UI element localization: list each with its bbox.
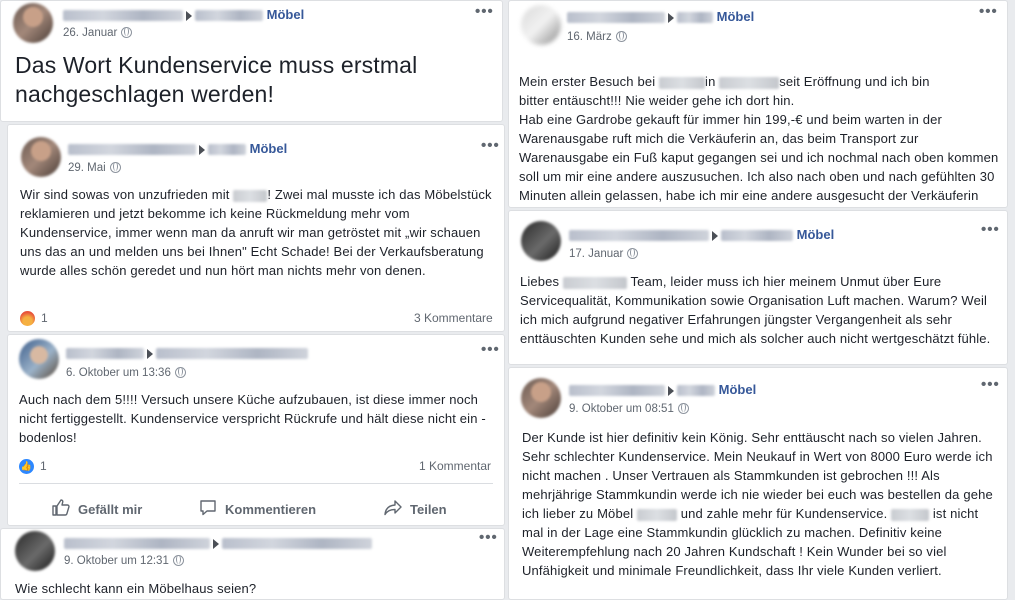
page-prefix-redacted xyxy=(721,230,793,242)
author-name-redacted xyxy=(63,10,183,22)
redacted-text xyxy=(233,189,268,202)
more-options-button[interactable]: ••• xyxy=(979,3,998,20)
post-timestamp[interactable]: 6. Oktober um 13:36 xyxy=(66,367,186,379)
post-author-line[interactable]: Möbel xyxy=(567,9,754,24)
avatar[interactable] xyxy=(15,531,55,571)
page-name[interactable]: Möbel xyxy=(797,227,835,242)
page-prefix-redacted xyxy=(208,144,246,156)
post-card: 9. Oktober um 12:31 ••• Wie schlecht kan… xyxy=(0,528,505,600)
author-name-redacted xyxy=(64,538,210,550)
post-text: Wir sind sowas von unzufrieden mit ! Zwe… xyxy=(20,187,492,278)
share-icon xyxy=(384,500,402,516)
angry-reaction-icon xyxy=(20,311,35,327)
author-name-redacted xyxy=(66,348,144,360)
comment-count[interactable]: 1 Kommentar xyxy=(419,459,491,473)
post-card: Möbel 17. Januar ••• Liebes Team, leider… xyxy=(508,210,1008,365)
like-reaction-icon: 👍 xyxy=(19,459,34,475)
post-timestamp[interactable]: 26. Januar xyxy=(63,27,133,39)
globe-icon xyxy=(627,248,639,259)
thumbs-up-icon xyxy=(52,499,70,516)
page-prefix-redacted xyxy=(677,385,715,397)
post-text: Liebes Team, leider muss ich hier meinem… xyxy=(520,274,991,346)
comment-count[interactable]: 3 Kommentare xyxy=(414,311,493,325)
post-author-line[interactable]: Möbel xyxy=(569,227,834,242)
globe-icon xyxy=(677,403,689,414)
post-card: Möbel 9. Oktober um 08:51 ••• Der Kunde … xyxy=(508,367,1008,600)
arrow-icon xyxy=(712,230,718,241)
avatar[interactable] xyxy=(521,221,561,261)
post-author-line[interactable]: Möbel xyxy=(68,141,287,156)
arrow-icon xyxy=(199,144,205,155)
page-name[interactable]: Möbel xyxy=(719,382,757,397)
page-prefix-redacted xyxy=(195,10,263,22)
avatar[interactable] xyxy=(19,339,59,379)
post-text: Mein erster Besuch bei in seit Eröffnung… xyxy=(519,74,999,203)
redacted-text xyxy=(562,276,627,289)
more-options-button[interactable]: ••• xyxy=(981,221,1000,238)
page-name-redacted xyxy=(222,538,372,550)
author-name-redacted xyxy=(68,144,196,156)
avatar[interactable] xyxy=(521,5,561,45)
page-name[interactable]: Möbel xyxy=(267,7,305,22)
share-button[interactable]: Teilen xyxy=(384,499,447,517)
page-name[interactable]: Möbel xyxy=(250,141,288,156)
globe-icon xyxy=(174,367,186,378)
redacted-text xyxy=(659,76,706,89)
post-author-line[interactable] xyxy=(66,345,308,360)
post-text: Das Wort Kundenservice muss erstmal nach… xyxy=(15,52,418,107)
arrow-icon xyxy=(147,348,153,359)
comment-icon xyxy=(200,500,216,516)
arrow-icon xyxy=(213,538,219,549)
author-name-redacted xyxy=(569,385,665,397)
globe-icon xyxy=(172,555,184,566)
page-name[interactable]: Möbel xyxy=(717,9,755,24)
more-options-button[interactable]: ••• xyxy=(481,341,500,358)
post-timestamp[interactable]: 29. Mai xyxy=(68,162,121,174)
reaction-summary[interactable]: 1 xyxy=(20,311,48,327)
more-options-button[interactable]: ••• xyxy=(481,137,500,154)
redacted-text xyxy=(891,508,930,521)
author-name-redacted xyxy=(567,12,665,24)
reaction-summary[interactable]: 👍 1 xyxy=(19,459,47,475)
author-name-redacted xyxy=(569,230,709,242)
globe-icon xyxy=(109,162,121,173)
more-options-button[interactable]: ••• xyxy=(475,3,494,20)
arrow-icon xyxy=(186,10,192,21)
divider xyxy=(19,483,493,484)
arrow-icon xyxy=(668,12,674,23)
post-timestamp[interactable]: 17. Januar xyxy=(569,248,639,260)
post-timestamp[interactable]: 9. Oktober um 08:51 xyxy=(569,403,689,415)
avatar[interactable] xyxy=(13,3,53,43)
page-name-redacted xyxy=(156,348,308,360)
like-button[interactable]: Gefällt mir xyxy=(52,499,142,517)
post-card: Möbel 16. März ••• Mein erster Besuch be… xyxy=(508,0,1008,208)
post-timestamp[interactable]: 16. März xyxy=(567,31,627,43)
post-card: 6. Oktober um 13:36 ••• Auch nach dem 5!… xyxy=(7,334,505,526)
avatar[interactable] xyxy=(521,378,561,418)
page-prefix-redacted xyxy=(677,12,713,24)
post-text: Wie schlecht kann ein Möbelhaus seien? xyxy=(15,581,257,596)
post-author-line[interactable] xyxy=(64,535,372,550)
globe-icon xyxy=(615,31,627,42)
redacted-text xyxy=(637,508,678,521)
post-author-line[interactable]: Möbel xyxy=(63,7,304,22)
post-text: Auch nach dem 5!!!! Versuch unsere Küche… xyxy=(19,392,486,445)
post-card: Möbel 26. Januar ••• Das Wort Kundenserv… xyxy=(0,0,503,122)
post-text: Der Kunde ist hier definitiv kein König.… xyxy=(522,430,993,578)
more-options-button[interactable]: ••• xyxy=(981,376,1000,393)
globe-icon xyxy=(121,27,133,38)
post-card: Möbel 29. Mai ••• Wir sind sowas von unz… xyxy=(7,124,505,332)
redacted-text xyxy=(719,76,780,89)
avatar[interactable] xyxy=(21,137,61,177)
more-options-button[interactable]: ••• xyxy=(479,529,498,546)
post-author-line[interactable]: Möbel xyxy=(569,382,756,397)
comment-button[interactable]: Kommentieren xyxy=(199,499,316,517)
arrow-icon xyxy=(668,385,674,396)
post-timestamp[interactable]: 9. Oktober um 12:31 xyxy=(64,555,184,567)
